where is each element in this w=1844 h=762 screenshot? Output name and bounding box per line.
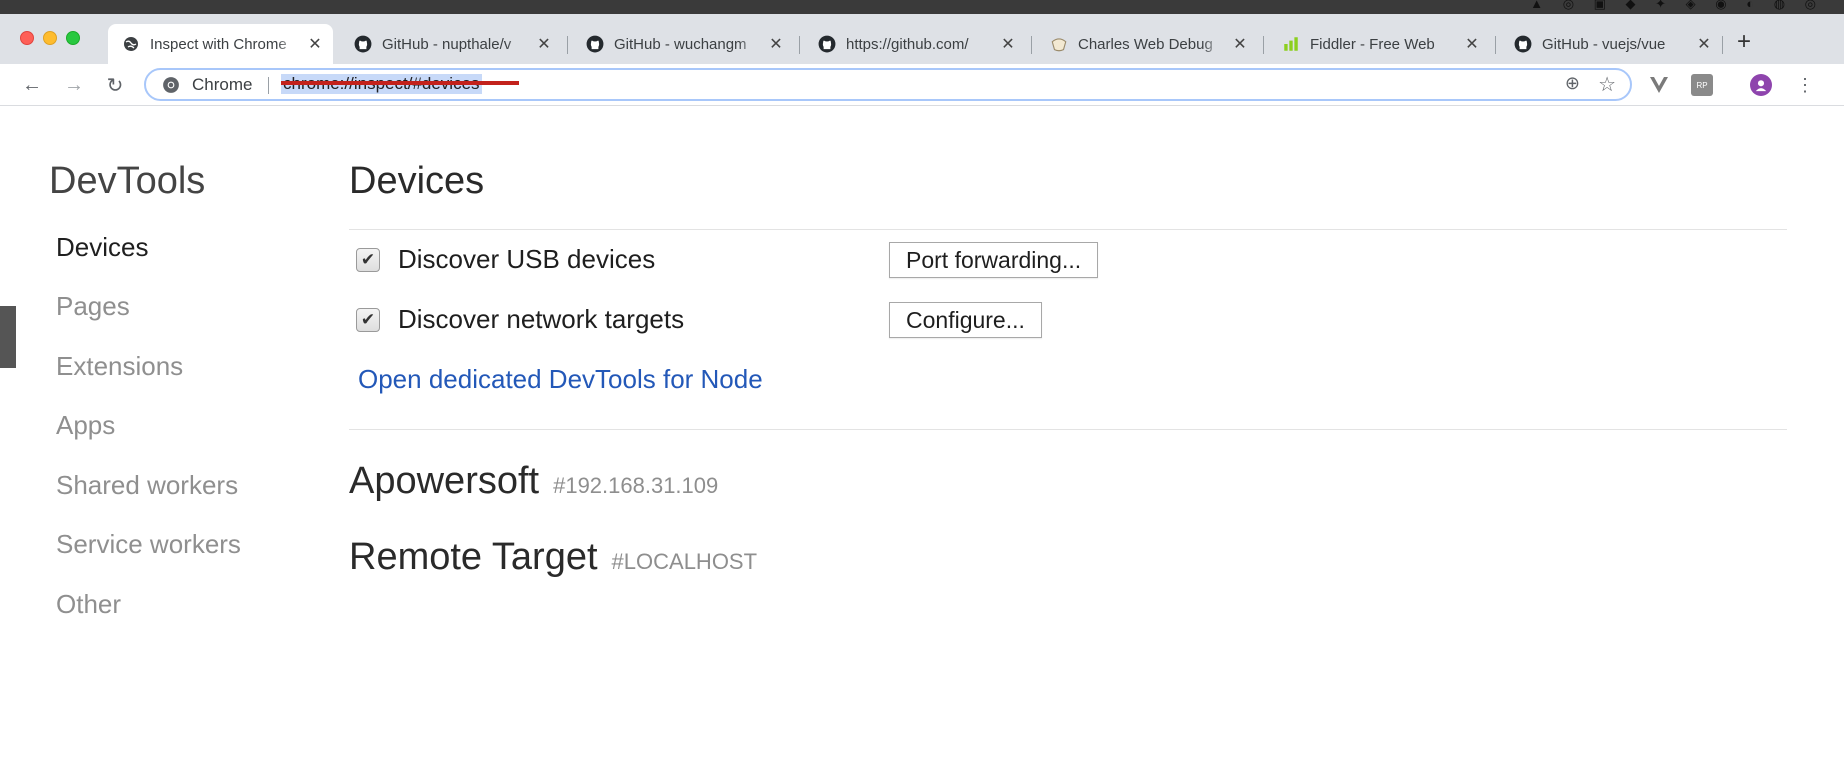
tab-github-wuchangm[interactable]: GitHub - wuchangm ✕ [572,24,794,64]
tab-title: Inspect with Chrome [150,35,287,53]
close-window-button[interactable] [20,31,34,45]
browser-window: Inspect with Chrome ✕ GitHub - nupthale/… [0,14,1844,762]
close-tab-icon[interactable]: ✕ [307,34,323,54]
sidebar-item-devices[interactable]: Devices [56,232,148,263]
tab-title: GitHub - nupthale/v [382,35,512,53]
origin-chip-label: Chrome [192,75,253,94]
tab-inspect[interactable]: Inspect with Chrome ✕ [108,24,333,64]
chrome-menu-icon[interactable]: ⋮ [1794,74,1816,96]
window-edge-artifact [0,306,16,368]
tab-strip: Inspect with Chrome ✕ GitHub - nupthale/… [0,14,1844,64]
configure-button[interactable]: Configure... [889,302,1042,338]
omnibox-divider [268,77,269,94]
bookmark-star-icon[interactable]: ☆ [1598,72,1616,97]
charles-icon [1050,35,1068,53]
sidebar-item-service-workers[interactable]: Service workers [56,529,241,560]
github-icon [586,35,604,53]
tab-fiddler[interactable]: Fiddler - Free Web ✕ [1268,24,1490,64]
chrome-icon [162,76,180,94]
sidebar-item-extensions[interactable]: Extensions [56,351,183,382]
device-name: Remote Target [349,536,598,578]
tab-title: Fiddler - Free Web [1310,35,1435,53]
device-id: #192.168.31.109 [553,473,719,498]
tab-divider [799,36,800,54]
device-id: #LOCALHOST [611,549,758,574]
reload-button[interactable]: ↻ [101,71,129,99]
tab-github-vuejs[interactable]: GitHub - vuejs/vue ✕ [1500,24,1722,64]
close-tab-icon[interactable]: ✕ [1696,34,1712,54]
sidebar-item-shared-workers[interactable]: Shared workers [56,470,238,501]
close-tab-icon[interactable]: ✕ [536,34,552,54]
back-button[interactable]: ← [18,71,46,99]
sidebar-title: DevTools [49,160,206,202]
minimize-window-button[interactable] [43,31,57,45]
tab-divider [1263,36,1264,54]
inspect-page: DevTools Devices Pages Extensions Apps S… [0,106,1844,762]
open-node-devtools-link[interactable]: Open dedicated DevTools for Node [358,364,763,395]
discover-network-row: ✔ Discover network targets [356,304,684,335]
tab-divider [1495,36,1496,54]
zoom-window-button[interactable] [66,31,80,45]
close-tab-icon[interactable]: ✕ [768,34,784,54]
macos-menubar: ▲ ◎ ▣ ◆ ✦ ◈ ◉ ◐ ◍ ◎ [0,0,1844,14]
discover-usb-row: ✔ Discover USB devices [356,244,655,275]
close-tab-icon[interactable]: ✕ [1232,34,1248,54]
remote-device-apowersoft: Apowersoft #192.168.31.109 [349,460,718,503]
discover-usb-checkbox[interactable]: ✔ [356,247,380,272]
sidebar-item-pages[interactable]: Pages [56,291,130,322]
globe-icon [122,35,140,53]
tab-title: Charles Web Debug [1078,35,1213,53]
rp-extension-icon[interactable]: RP [1691,74,1713,96]
profile-avatar-icon[interactable] [1750,74,1772,96]
discover-usb-label: Discover USB devices [398,244,656,274]
new-tab-button[interactable]: + [1737,30,1751,54]
tab-charles[interactable]: Charles Web Debug ✕ [1036,24,1258,64]
annotation-underline [281,81,519,85]
sidebar-item-other[interactable]: Other [56,589,121,620]
tab-title: https://github.com/ [846,35,969,53]
tab-divider [567,36,568,54]
discover-network-label: Discover network targets [398,304,685,334]
forward-button[interactable]: → [60,71,88,99]
zoom-icon[interactable]: ⊕ [1565,73,1580,94]
vue-devtools-extension-icon[interactable] [1648,74,1670,96]
tab-divider [1722,36,1723,54]
tab-title: GitHub - wuchangm [614,35,747,53]
close-tab-icon[interactable]: ✕ [1000,34,1016,54]
port-forwarding-button[interactable]: Port forwarding... [889,242,1099,278]
github-icon [818,35,836,53]
sidebar-item-apps[interactable]: Apps [56,410,115,441]
tab-github-nupthale[interactable]: GitHub - nupthale/v ✕ [340,24,562,64]
divider [349,229,1787,230]
page-title: Devices [349,160,485,202]
fiddler-icon [1282,35,1300,53]
status-icons: ▲ ◎ ▣ ◆ ✦ ◈ ◉ ◐ ◍ ◎ [1530,0,1824,11]
tab-title: GitHub - vuejs/vue [1542,35,1666,53]
discover-network-checkbox[interactable]: ✔ [356,307,380,332]
tab-github-url[interactable]: https://github.com/ ✕ [804,24,1026,64]
device-name: Apowersoft [349,460,540,502]
github-icon [354,35,372,53]
toolbar: ← → ↻ Chrome chrome://inspect/#devices ⊕… [0,64,1844,106]
close-tab-icon[interactable]: ✕ [1464,34,1480,54]
github-icon [1514,35,1532,53]
divider [349,429,1787,430]
remote-device-remote-target: Remote Target #LOCALHOST [349,536,757,579]
tab-divider [1031,36,1032,54]
